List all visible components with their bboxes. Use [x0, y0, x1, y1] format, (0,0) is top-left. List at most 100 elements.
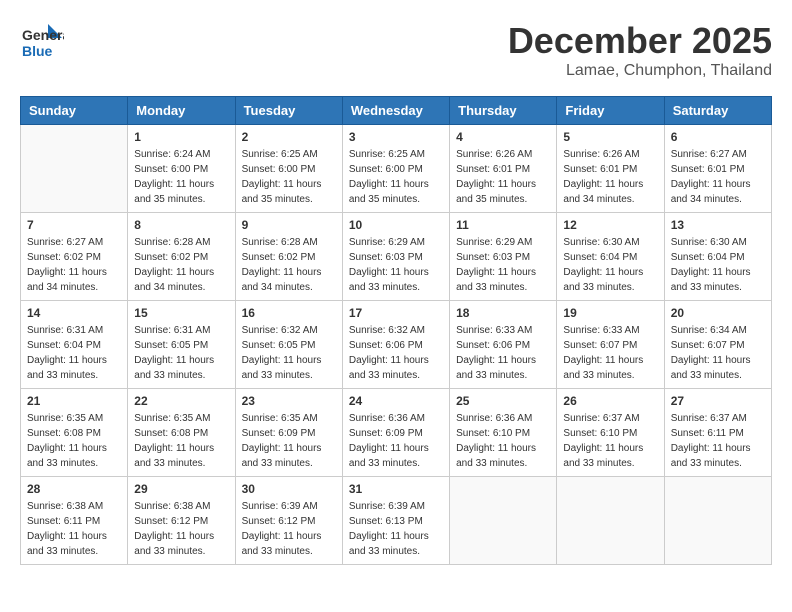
day-number: 23	[242, 394, 336, 408]
calendar-week-row: 28 Sunrise: 6:38 AMSunset: 6:11 PMDayligh…	[21, 477, 772, 565]
title-area: December 2025 Lamae, Chumphon, Thailand	[508, 20, 772, 80]
day-number: 1	[134, 130, 228, 144]
day-number: 28	[27, 482, 121, 496]
calendar-cell: 6Sunrise: 6:27 AMSunset: 6:01 PMDaylight…	[664, 125, 771, 213]
calendar-cell: 18Sunrise: 6:33 AMSunset: 6:06 PMDayligh…	[450, 301, 557, 389]
calendar-cell: 27 Sunrise: 6:37 AMSunset: 6:11 PMDayligh…	[664, 389, 771, 477]
calendar-cell	[450, 477, 557, 565]
calendar-cell	[21, 125, 128, 213]
calendar-cell: 2 Sunrise: 6:25 AMSunset: 6:00 PMDaylight…	[235, 125, 342, 213]
day-info: Sunrise: 6:36 AMSunset: 6:09 PMDaylight:…	[349, 411, 443, 471]
svg-text:Blue: Blue	[22, 43, 53, 59]
day-number: 6	[671, 130, 765, 144]
calendar-cell: 3 Sunrise: 6:25 AMSunset: 6:00 PMDaylight…	[342, 125, 449, 213]
day-info: Sunrise: 6:27 AMSunset: 6:02 PMDaylight:…	[27, 235, 121, 295]
day-info: Sunrise: 6:29 AMSunset: 6:03 PMDaylight:…	[349, 235, 443, 295]
weekday-header: Saturday	[664, 97, 771, 125]
day-number: 13	[671, 218, 765, 232]
day-number: 7	[27, 218, 121, 232]
calendar-cell: 22 Sunrise: 6:35 AMSunset: 6:08 PMDayligh…	[128, 389, 235, 477]
day-info: Sunrise: 6:28 AMSunset: 6:02 PMDaylight:…	[134, 235, 228, 295]
calendar-cell: 26 Sunrise: 6:37 AMSunset: 6:10 PMDayligh…	[557, 389, 664, 477]
calendar-cell: 5 Sunrise: 6:26 AMSunset: 6:01 PMDaylight…	[557, 125, 664, 213]
day-number: 3	[349, 130, 443, 144]
day-number: 26	[563, 394, 657, 408]
calendar-week-row: 7 Sunrise: 6:27 AMSunset: 6:02 PMDaylight…	[21, 213, 772, 301]
calendar-cell: 16Sunrise: 6:32 AMSunset: 6:05 PMDayligh…	[235, 301, 342, 389]
calendar-cell: 21 Sunrise: 6:35 AMSunset: 6:08 PMDayligh…	[21, 389, 128, 477]
day-info: Sunrise: 6:35 AMSunset: 6:09 PMDaylight:…	[242, 411, 336, 471]
calendar-cell: 15Sunrise: 6:31 AMSunset: 6:05 PMDayligh…	[128, 301, 235, 389]
day-number: 2	[242, 130, 336, 144]
day-number: 10	[349, 218, 443, 232]
day-info: Sunrise: 6:33 AMSunset: 6:07 PMDaylight:…	[563, 323, 657, 383]
calendar-cell: 7 Sunrise: 6:27 AMSunset: 6:02 PMDaylight…	[21, 213, 128, 301]
day-info: Sunrise: 6:26 AMSunset: 6:01 PMDaylight:…	[456, 147, 550, 207]
calendar-cell: 19 Sunrise: 6:33 AMSunset: 6:07 PMDayligh…	[557, 301, 664, 389]
calendar-week-row: 1Sunrise: 6:24 AMSunset: 6:00 PMDaylight…	[21, 125, 772, 213]
calendar-cell	[557, 477, 664, 565]
day-number: 16	[242, 306, 336, 320]
calendar-cell: 1Sunrise: 6:24 AMSunset: 6:00 PMDaylight…	[128, 125, 235, 213]
day-number: 15	[134, 306, 228, 320]
day-number: 20	[671, 306, 765, 320]
calendar-header-row: SundayMondayTuesdayWednesdayThursdayFrid…	[21, 97, 772, 125]
weekday-header: Sunday	[21, 97, 128, 125]
day-info: Sunrise: 6:37 AMSunset: 6:10 PMDaylight:…	[563, 411, 657, 471]
day-info: Sunrise: 6:35 AMSunset: 6:08 PMDaylight:…	[134, 411, 228, 471]
day-number: 25	[456, 394, 550, 408]
calendar-cell: 29Sunrise: 6:38 AMSunset: 6:12 PMDayligh…	[128, 477, 235, 565]
day-number: 4	[456, 130, 550, 144]
calendar-cell: 13 Sunrise: 6:30 AMSunset: 6:04 PMDayligh…	[664, 213, 771, 301]
weekday-header: Friday	[557, 97, 664, 125]
day-info: Sunrise: 6:39 AMSunset: 6:13 PMDaylight:…	[349, 499, 443, 559]
calendar-cell: 25Sunrise: 6:36 AMSunset: 6:10 PMDayligh…	[450, 389, 557, 477]
calendar-cell: 4 Sunrise: 6:26 AMSunset: 6:01 PMDaylight…	[450, 125, 557, 213]
day-number: 12	[563, 218, 657, 232]
day-number: 14	[27, 306, 121, 320]
day-info: Sunrise: 6:38 AMSunset: 6:11 PMDaylight:…	[27, 499, 121, 559]
weekday-header: Tuesday	[235, 97, 342, 125]
calendar-cell: 23 Sunrise: 6:35 AMSunset: 6:09 PMDayligh…	[235, 389, 342, 477]
day-info: Sunrise: 6:26 AMSunset: 6:01 PMDaylight:…	[563, 147, 657, 207]
calendar-table: SundayMondayTuesdayWednesdayThursdayFrid…	[20, 96, 772, 565]
calendar-cell: 28 Sunrise: 6:38 AMSunset: 6:11 PMDayligh…	[21, 477, 128, 565]
day-number: 30	[242, 482, 336, 496]
location-title: Lamae, Chumphon, Thailand	[508, 62, 772, 80]
day-number: 27	[671, 394, 765, 408]
calendar-cell: 31 Sunrise: 6:39 AMSunset: 6:13 PMDayligh…	[342, 477, 449, 565]
day-info: Sunrise: 6:39 AMSunset: 6:12 PMDaylight:…	[242, 499, 336, 559]
logo-svg: GeneralBlue	[20, 20, 64, 64]
day-number: 5	[563, 130, 657, 144]
day-number: 19	[563, 306, 657, 320]
calendar-cell: 10 Sunrise: 6:29 AMSunset: 6:03 PMDayligh…	[342, 213, 449, 301]
day-info: Sunrise: 6:30 AMSunset: 6:04 PMDaylight:…	[671, 235, 765, 295]
day-number: 24	[349, 394, 443, 408]
calendar-cell: 11Sunrise: 6:29 AMSunset: 6:03 PMDayligh…	[450, 213, 557, 301]
day-number: 9	[242, 218, 336, 232]
day-info: Sunrise: 6:34 AMSunset: 6:07 PMDaylight:…	[671, 323, 765, 383]
calendar-cell: 24 Sunrise: 6:36 AMSunset: 6:09 PMDayligh…	[342, 389, 449, 477]
page-header: GeneralBlue December 2025 Lamae, Chumpho…	[20, 20, 772, 80]
day-number: 21	[27, 394, 121, 408]
day-info: Sunrise: 6:31 AMSunset: 6:04 PMDaylight:…	[27, 323, 121, 383]
month-title: December 2025	[508, 20, 772, 62]
weekday-header: Monday	[128, 97, 235, 125]
day-info: Sunrise: 6:38 AMSunset: 6:12 PMDaylight:…	[134, 499, 228, 559]
calendar-cell: 9 Sunrise: 6:28 AMSunset: 6:02 PMDaylight…	[235, 213, 342, 301]
day-info: Sunrise: 6:37 AMSunset: 6:11 PMDaylight:…	[671, 411, 765, 471]
day-number: 8	[134, 218, 228, 232]
day-info: Sunrise: 6:25 AMSunset: 6:00 PMDaylight:…	[349, 147, 443, 207]
calendar-cell: 17Sunrise: 6:32 AMSunset: 6:06 PMDayligh…	[342, 301, 449, 389]
weekday-header: Wednesday	[342, 97, 449, 125]
day-info: Sunrise: 6:25 AMSunset: 6:00 PMDaylight:…	[242, 147, 336, 207]
day-number: 22	[134, 394, 228, 408]
day-info: Sunrise: 6:28 AMSunset: 6:02 PMDaylight:…	[242, 235, 336, 295]
day-info: Sunrise: 6:35 AMSunset: 6:08 PMDaylight:…	[27, 411, 121, 471]
day-info: Sunrise: 6:33 AMSunset: 6:06 PMDaylight:…	[456, 323, 550, 383]
calendar-cell	[664, 477, 771, 565]
calendar-week-row: 14 Sunrise: 6:31 AMSunset: 6:04 PMDayligh…	[21, 301, 772, 389]
calendar-week-row: 21 Sunrise: 6:35 AMSunset: 6:08 PMDayligh…	[21, 389, 772, 477]
day-number: 31	[349, 482, 443, 496]
day-number: 17	[349, 306, 443, 320]
